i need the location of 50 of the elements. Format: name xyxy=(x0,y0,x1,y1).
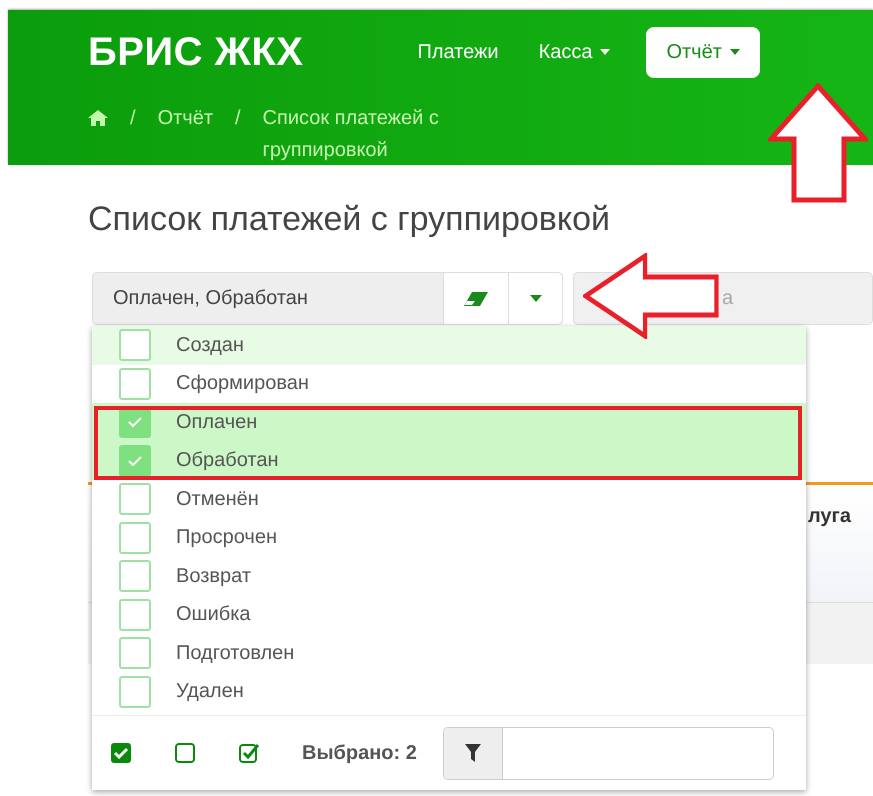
breadcrumb-current: Список платежей с группировкой xyxy=(262,106,440,163)
option-checkbox[interactable] xyxy=(119,444,151,477)
option-item[interactable]: Возврат xyxy=(92,557,806,596)
option-checkbox[interactable] xyxy=(119,598,151,631)
nav-link[interactable]: Отчёт xyxy=(646,26,760,78)
option-checkbox[interactable] xyxy=(119,637,151,670)
eraser-icon xyxy=(464,292,488,306)
option-label: Оплачен xyxy=(176,410,258,434)
option-checkbox[interactable] xyxy=(119,368,151,400)
option-checkbox[interactable] xyxy=(119,522,151,554)
option-checkbox[interactable] xyxy=(119,560,151,592)
option-item[interactable]: Ошибка xyxy=(92,596,806,634)
selected-count: Выбрано: 2 xyxy=(302,742,417,764)
status-select[interactable]: Оплачен, Обработан xyxy=(92,272,563,325)
option-checkbox[interactable] xyxy=(119,676,151,708)
caret-icon xyxy=(530,295,542,302)
check-icon xyxy=(127,454,143,467)
check-icon xyxy=(127,416,143,428)
column-header: луга xyxy=(808,505,851,529)
caret-icon xyxy=(730,49,740,55)
option-label: Отменён xyxy=(176,488,259,511)
select-value: Оплачен, Обработан xyxy=(112,286,309,311)
breadcrumb-separator: / xyxy=(130,106,136,131)
option-item[interactable]: Просрочен xyxy=(92,518,806,557)
option-label: Просрочен xyxy=(176,526,278,550)
select-all-button[interactable] xyxy=(110,742,132,764)
filter-icon xyxy=(464,744,481,762)
caret-icon xyxy=(600,49,610,55)
option-label: Сформирован xyxy=(176,372,309,396)
breadcrumb-separator: / xyxy=(234,106,241,131)
home-icon[interactable] xyxy=(88,110,108,126)
invert-selection-button[interactable] xyxy=(238,742,260,764)
option-label: Создан xyxy=(176,334,244,357)
page-title: Список платежей с группировкой xyxy=(87,199,612,238)
option-label: Удален xyxy=(176,680,244,704)
option-label: Возврат xyxy=(176,564,251,588)
option-label: Ошибка xyxy=(176,603,251,626)
deselect-all-button[interactable] xyxy=(174,742,196,764)
clear-button[interactable] xyxy=(443,273,508,324)
option-item[interactable]: Создан xyxy=(92,326,806,364)
option-label: Подготовлен xyxy=(176,642,294,665)
option-item[interactable]: Подготовлен xyxy=(92,634,806,672)
dropdown-toggle[interactable] xyxy=(508,273,562,324)
option-item[interactable]: Отменён xyxy=(92,480,806,518)
option-item[interactable]: Сформирован xyxy=(92,364,806,403)
option-label: Обработан xyxy=(176,449,278,472)
option-checkbox[interactable] xyxy=(119,483,151,516)
filter-field[interactable] xyxy=(442,726,774,780)
option-item[interactable]: Удален xyxy=(92,672,806,711)
option-checkbox[interactable] xyxy=(119,329,151,362)
